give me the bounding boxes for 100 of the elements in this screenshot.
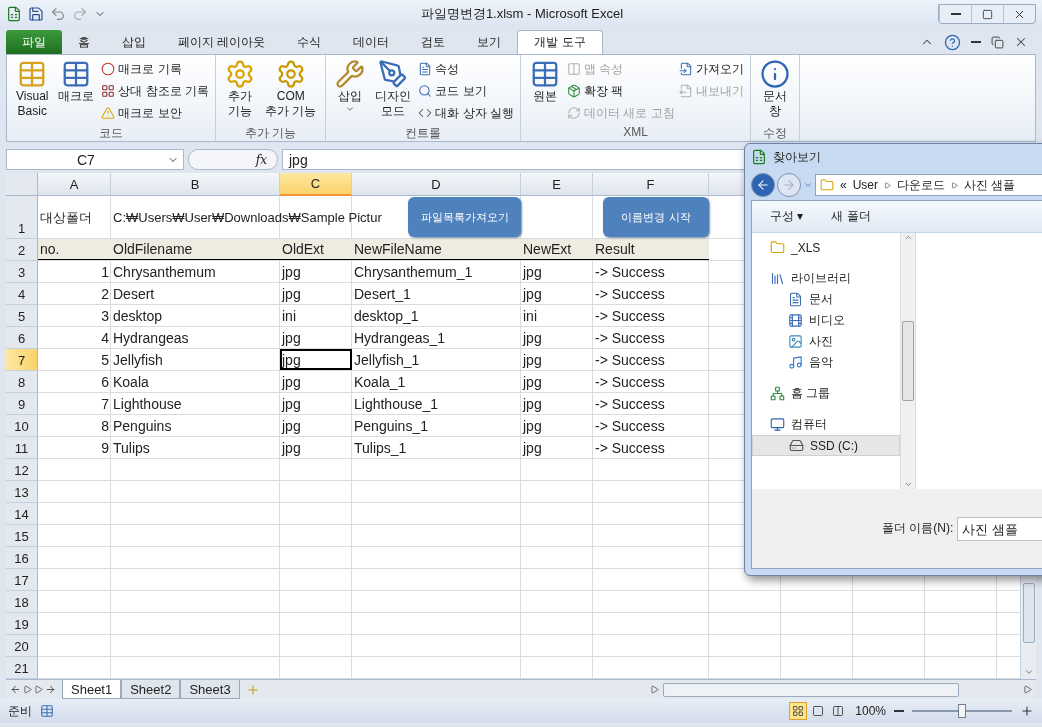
macro-button[interactable]: 파일목록가져오기 — [408, 197, 521, 237]
table-cell-text: -> Success — [594, 438, 666, 458]
tree-item[interactable]: 비디오 — [752, 310, 900, 331]
insert-function-button[interactable]: fx — [188, 149, 278, 170]
maximize-icon — [982, 8, 993, 20]
address-bar[interactable]: « User 다운로드 사진 샘플 — [815, 174, 1042, 196]
ribbon-tab[interactable]: 파일 — [6, 30, 62, 54]
column-header[interactable]: E — [521, 173, 593, 196]
tree-item[interactable]: 컴퓨터 — [752, 414, 900, 435]
ribbon-tab[interactable]: 개발 도구 — [517, 30, 603, 54]
toolbar-button[interactable]: 구성 ▾ — [770, 208, 804, 225]
row-header[interactable]: 11 — [6, 437, 38, 459]
scrollbar[interactable] — [900, 233, 916, 489]
row-header[interactable]: 18 — [6, 591, 38, 613]
tree-item[interactable]: SSD (C:) — [752, 435, 900, 456]
breadcrumb[interactable]: « — [840, 178, 847, 192]
ribbon-tab[interactable]: 수식 — [281, 30, 338, 54]
tree-item[interactable]: 사진 — [752, 331, 900, 352]
breadcrumb[interactable]: User — [852, 178, 879, 192]
table-cell-text: jpg — [521, 350, 543, 370]
group-label: 코드 — [98, 125, 125, 141]
ribbon-tab[interactable]: 보기 — [461, 30, 518, 54]
row-header[interactable]: 5 — [6, 305, 38, 327]
ribbon-button[interactable]: 문서 창 — [756, 57, 793, 125]
row-header[interactable]: 8 — [6, 371, 38, 393]
group-label: 컨트롤 — [404, 125, 443, 141]
grid-icon — [101, 84, 116, 98]
row-header[interactable]: 14 — [6, 503, 38, 525]
row-header[interactable]: 4 — [6, 283, 38, 305]
ribbon-button[interactable]: 대화 상자 실행 — [418, 103, 515, 123]
row-header[interactable]: 15 — [6, 525, 38, 547]
column-header[interactable]: D — [352, 173, 521, 196]
ribbon-button[interactable]: 디자인 모드 — [372, 57, 415, 125]
row-header[interactable]: 2 — [6, 239, 38, 261]
view-button[interactable] — [789, 702, 808, 720]
ribbon-button[interactable]: 원본 — [527, 57, 564, 125]
row-header[interactable]: 16 — [6, 547, 38, 569]
ribbon-button[interactable]: 확장 팩 — [567, 81, 675, 101]
breadcrumb[interactable]: 다운로드 — [897, 176, 946, 194]
row-header[interactable]: 9 — [6, 393, 38, 415]
toolbar-button[interactable]: 새 폴더 — [831, 208, 871, 225]
ribbon-button[interactable]: COM 추가 기능 — [262, 57, 320, 125]
folder-icon — [770, 240, 785, 255]
table-cell-text: Hydrangeas — [112, 328, 190, 348]
ribbon-button[interactable]: 추가 기능 — [222, 57, 259, 125]
row-header[interactable]: 1 — [6, 196, 38, 239]
ribbon-button[interactable]: 삽입 — [332, 57, 369, 125]
field-label: 폴더 이름(N): — [882, 520, 954, 537]
row-header[interactable]: 6 — [6, 327, 38, 349]
sheet-tab[interactable]: Sheet3 — [180, 680, 240, 699]
table-cell-text: jpg — [521, 394, 543, 414]
minimize-icon — [950, 13, 961, 15]
table-cell-text: -> Success — [594, 262, 666, 282]
tree-item[interactable]: 라이브러리 — [752, 268, 900, 289]
ribbon-tab[interactable]: 검토 — [405, 30, 462, 54]
forward-button[interactable] — [777, 173, 801, 197]
scrollbar-thumb[interactable] — [1022, 583, 1035, 643]
column-header[interactable]: C — [280, 173, 352, 196]
ribbon-button[interactable]: Visual Basic — [13, 57, 52, 125]
column-header[interactable]: B — [111, 173, 280, 196]
ribbon-button[interactable]: 매크로 기록 — [101, 59, 210, 79]
row-header[interactable]: 7 — [6, 349, 38, 371]
row-header[interactable]: 10 — [6, 415, 38, 437]
sheet-tab[interactable]: Sheet1 — [62, 680, 122, 699]
input-field[interactable]: 사진 샘플 — [957, 516, 1042, 541]
row-header[interactable]: 20 — [6, 635, 38, 657]
row-header[interactable]: 13 — [6, 481, 38, 503]
table-cell-text: 대상폴더 — [39, 208, 93, 227]
ribbon-button[interactable]: 속성 — [418, 59, 515, 79]
tree-item[interactable]: 문서 — [752, 289, 900, 310]
row-header[interactable]: 19 — [6, 613, 38, 635]
scrollbar-thumb[interactable] — [902, 321, 914, 401]
ribbon-button[interactable]: 코드 보기 — [418, 81, 515, 101]
ribbon-tab[interactable]: 페이지 레이아웃 — [162, 30, 282, 54]
column-header[interactable]: F — [593, 173, 709, 196]
macro-button[interactable]: 이름변경 시작 — [603, 197, 709, 237]
ribbon-button[interactable]: 매크로 보안 — [101, 103, 210, 123]
row-header[interactable]: 3 — [6, 261, 38, 283]
slider-thumb[interactable] — [958, 704, 966, 718]
sheet-tab[interactable]: Sheet2 — [121, 680, 181, 699]
breadcrumb[interactable]: 사진 샘플 — [964, 176, 1016, 194]
ribbon-tab[interactable]: 홈 — [62, 30, 106, 54]
tree-item[interactable]: _XLS — [752, 237, 900, 258]
ribbon-button[interactable]: 매크로 — [55, 57, 98, 125]
ribbon-tab[interactable]: 삽입 — [106, 30, 162, 54]
ribbon-tab[interactable]: 데이터 — [337, 30, 406, 54]
table-cell-text: jpg — [521, 372, 543, 392]
row-header[interactable]: 21 — [6, 657, 38, 679]
tree-item[interactable]: 음악 — [752, 352, 900, 373]
table-cell-text: Koala — [112, 372, 150, 392]
tree-item[interactable]: 홈 그룹 — [752, 383, 900, 404]
scrollbar-thumb[interactable] — [663, 682, 959, 697]
name-box[interactable]: C7 — [6, 149, 184, 170]
row-header[interactable]: 17 — [6, 569, 38, 591]
ribbon-button[interactable]: 상대 참조로 기록 — [101, 81, 210, 101]
back-button[interactable] — [751, 173, 775, 197]
row-header[interactable]: 12 — [6, 459, 38, 481]
ribbon-button[interactable]: 가져오기 — [678, 59, 744, 79]
table-cell-text: jpg — [280, 394, 302, 414]
column-header[interactable]: A — [38, 173, 111, 196]
